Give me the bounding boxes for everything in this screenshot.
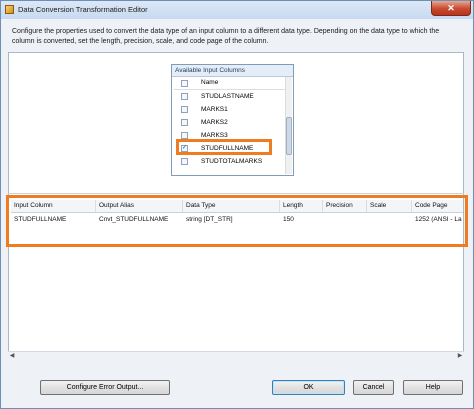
column-separator — [411, 200, 412, 212]
header-output-alias: Output Alias — [99, 202, 135, 209]
column-checkbox[interactable] — [181, 158, 188, 165]
column-separator — [322, 200, 323, 212]
cell-length[interactable]: 150 — [283, 216, 321, 223]
column-item-label: MARKS3 — [201, 132, 228, 139]
help-button[interactable]: Help — [403, 380, 463, 395]
cancel-button[interactable]: Cancel — [353, 380, 394, 395]
available-input-columns-box: Available Input Columns Name STUDLASTNAM… — [171, 64, 294, 176]
available-columns-title: Available Input Columns — [172, 65, 293, 77]
column-checkbox[interactable] — [181, 106, 188, 113]
app-icon — [5, 5, 14, 14]
column-separator — [279, 200, 280, 212]
configure-error-output-button[interactable]: Configure Error Output... — [40, 380, 170, 395]
cell-input-column[interactable]: STUDFULLNAME — [14, 216, 94, 223]
column-separator — [95, 200, 96, 212]
column-checkbox[interactable] — [181, 132, 188, 139]
title-bar: Data Conversion Transformation Editor ✕ — [1, 1, 473, 19]
column-item[interactable]: MARKS2 — [174, 116, 287, 129]
column-separator — [366, 200, 367, 212]
column-item-selected[interactable]: ✓ STUDFULLNAME — [174, 142, 287, 155]
column-item[interactable]: STUDTOTALMARKS — [174, 155, 287, 168]
header-data-type: Data Type — [186, 202, 216, 209]
scroll-left-icon[interactable]: ◀ — [8, 352, 16, 361]
close-icon: ✕ — [447, 3, 455, 13]
column-item-label: STUDTOTALMARKS — [201, 158, 263, 165]
header-length: Length — [283, 202, 303, 209]
ok-button[interactable]: OK — [272, 380, 345, 395]
column-list: Name STUDLASTNAME MARKS1 MARKS2 MARKS3 ✓… — [174, 77, 287, 168]
column-item-label: MARKS2 — [201, 119, 228, 126]
column-item-label: MARKS1 — [201, 106, 228, 113]
header-code-page: Code Page — [415, 202, 448, 209]
column-separator — [182, 200, 183, 212]
header-precision: Precision — [326, 202, 353, 209]
header-input-column: Input Column — [14, 202, 53, 209]
column-item-label: STUDFULLNAME — [201, 145, 254, 152]
column-item[interactable]: MARKS3 — [174, 129, 287, 142]
column-checkbox[interactable] — [181, 119, 188, 126]
horizontal-scrollbar[interactable]: ◀ ▶ — [8, 351, 464, 361]
description-text: Configure the properties used to convert… — [12, 28, 440, 45]
table-row[interactable]: STUDFULLNAME Cnvt_STUDFULLNAME string [D… — [11, 213, 463, 225]
grid-header: Input Column Output Alias Data Type Leng… — [11, 200, 463, 213]
panel-divider — [8, 193, 464, 194]
cell-code-page[interactable]: 1252 (ANSI - La — [415, 216, 462, 223]
column-checkbox[interactable] — [181, 93, 188, 100]
column-item-label: STUDLASTNAME — [201, 93, 254, 100]
cell-output-alias[interactable]: Cnvt_STUDFULLNAME — [99, 216, 181, 223]
cell-data-type[interactable]: string [DT_STR] — [186, 216, 278, 223]
column-header-name: Name — [201, 79, 219, 86]
close-button[interactable]: ✕ — [431, 1, 471, 16]
scroll-right-icon[interactable]: ▶ — [456, 352, 464, 361]
column-item[interactable]: STUDLASTNAME — [174, 90, 287, 103]
window-title: Data Conversion Transformation Editor — [18, 5, 148, 14]
scrollbar-thumb[interactable] — [286, 117, 292, 155]
column-item[interactable]: MARKS1 — [174, 103, 287, 116]
select-all-checkbox[interactable] — [181, 80, 188, 87]
header-scale: Scale — [370, 202, 387, 209]
column-list-header: Name — [174, 77, 287, 90]
vertical-scrollbar[interactable] — [285, 77, 292, 174]
checkmark-icon[interactable]: ✓ — [181, 145, 188, 152]
